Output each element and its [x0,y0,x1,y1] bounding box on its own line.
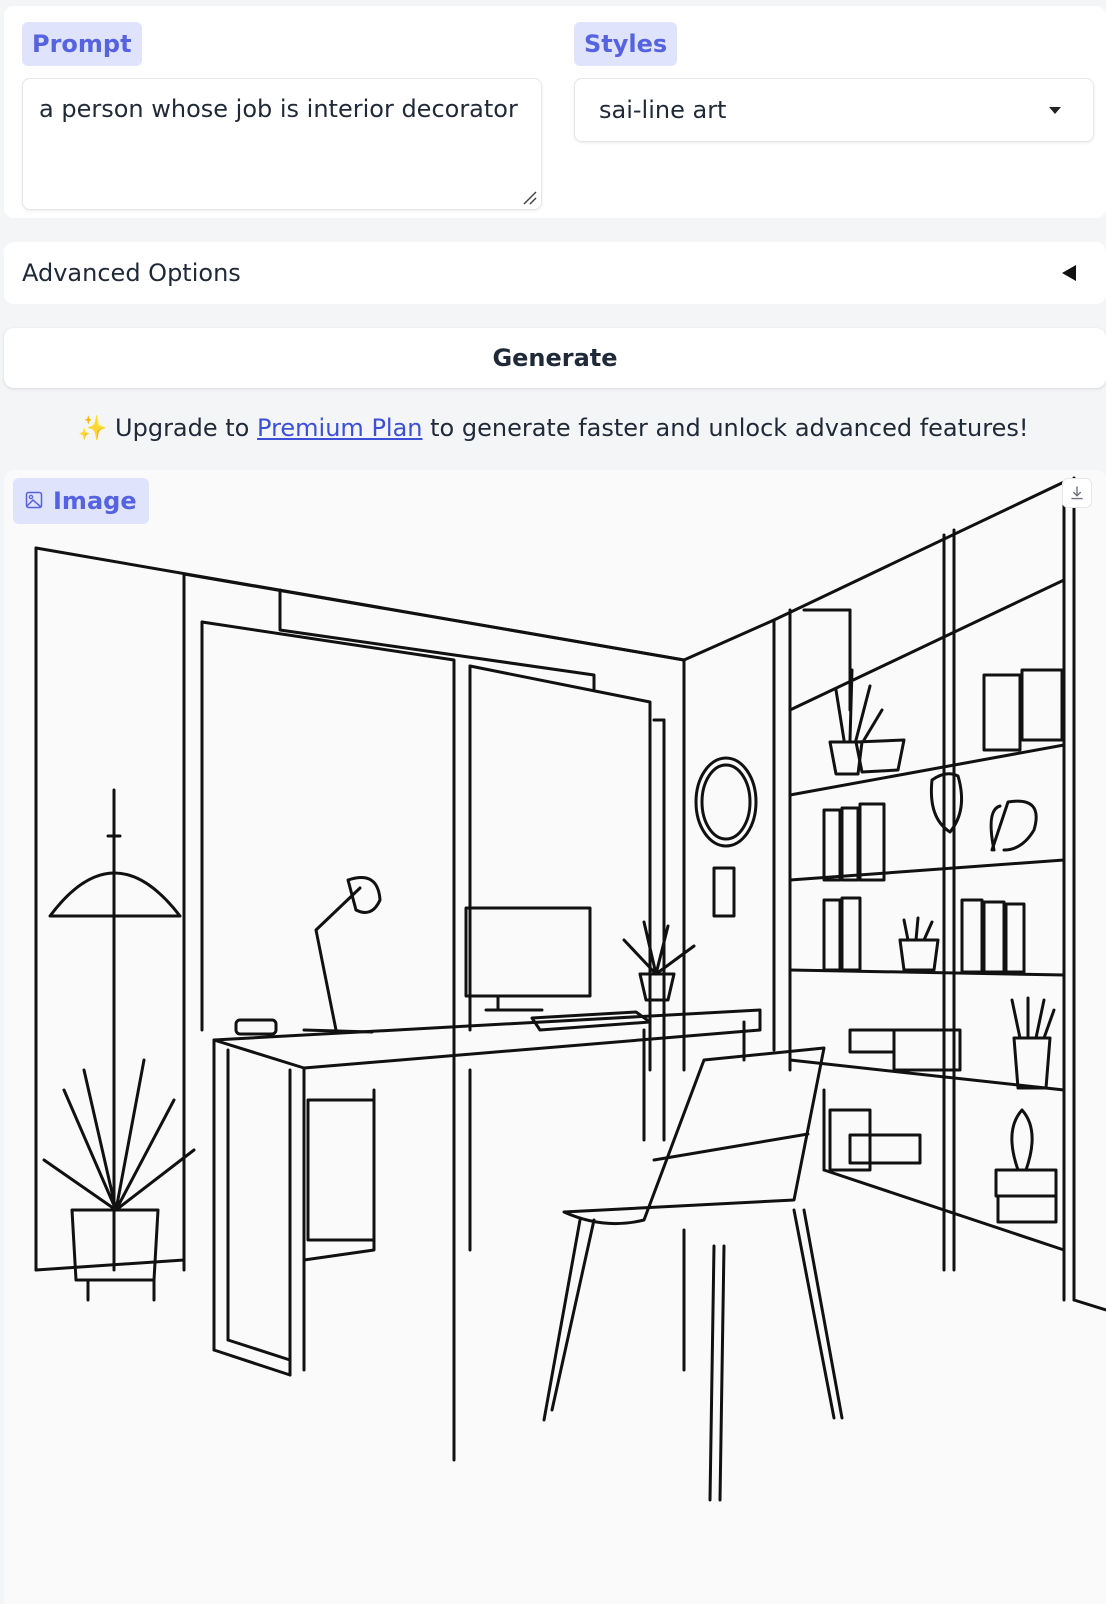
image-output-panel: Image [4,470,1106,1604]
download-icon [1071,486,1083,500]
style-dropdown[interactable]: sai-line art [574,78,1094,142]
advanced-options-label: Advanced Options [22,259,241,287]
input-panel: Prompt Styles sai-line art [4,6,1106,218]
download-button[interactable] [1062,478,1092,508]
image-icon [25,491,43,509]
upgrade-banner: ✨ Upgrade to Premium Plan to generate fa… [0,410,1106,446]
generated-image [34,476,1106,1502]
sparkle-icon: ✨ [77,414,108,442]
upgrade-suffix: to generate faster and unlock advanced f… [430,414,1029,442]
resize-handle-icon[interactable] [520,188,538,206]
image-label: Image [13,478,149,524]
generate-button[interactable]: Generate [4,328,1106,388]
advanced-options-accordion[interactable]: Advanced Options [4,242,1106,304]
premium-plan-link[interactable]: Premium Plan [257,414,422,442]
caret-left-icon [1062,265,1076,281]
styles-label: Styles [574,22,678,66]
prompt-label: Prompt [22,22,142,66]
chevron-down-icon [1049,107,1061,114]
prompt-input[interactable] [22,78,542,210]
upgrade-prefix: Upgrade to [115,414,250,442]
image-label-text: Image [53,487,137,515]
style-selected-value: sai-line art [599,96,727,124]
